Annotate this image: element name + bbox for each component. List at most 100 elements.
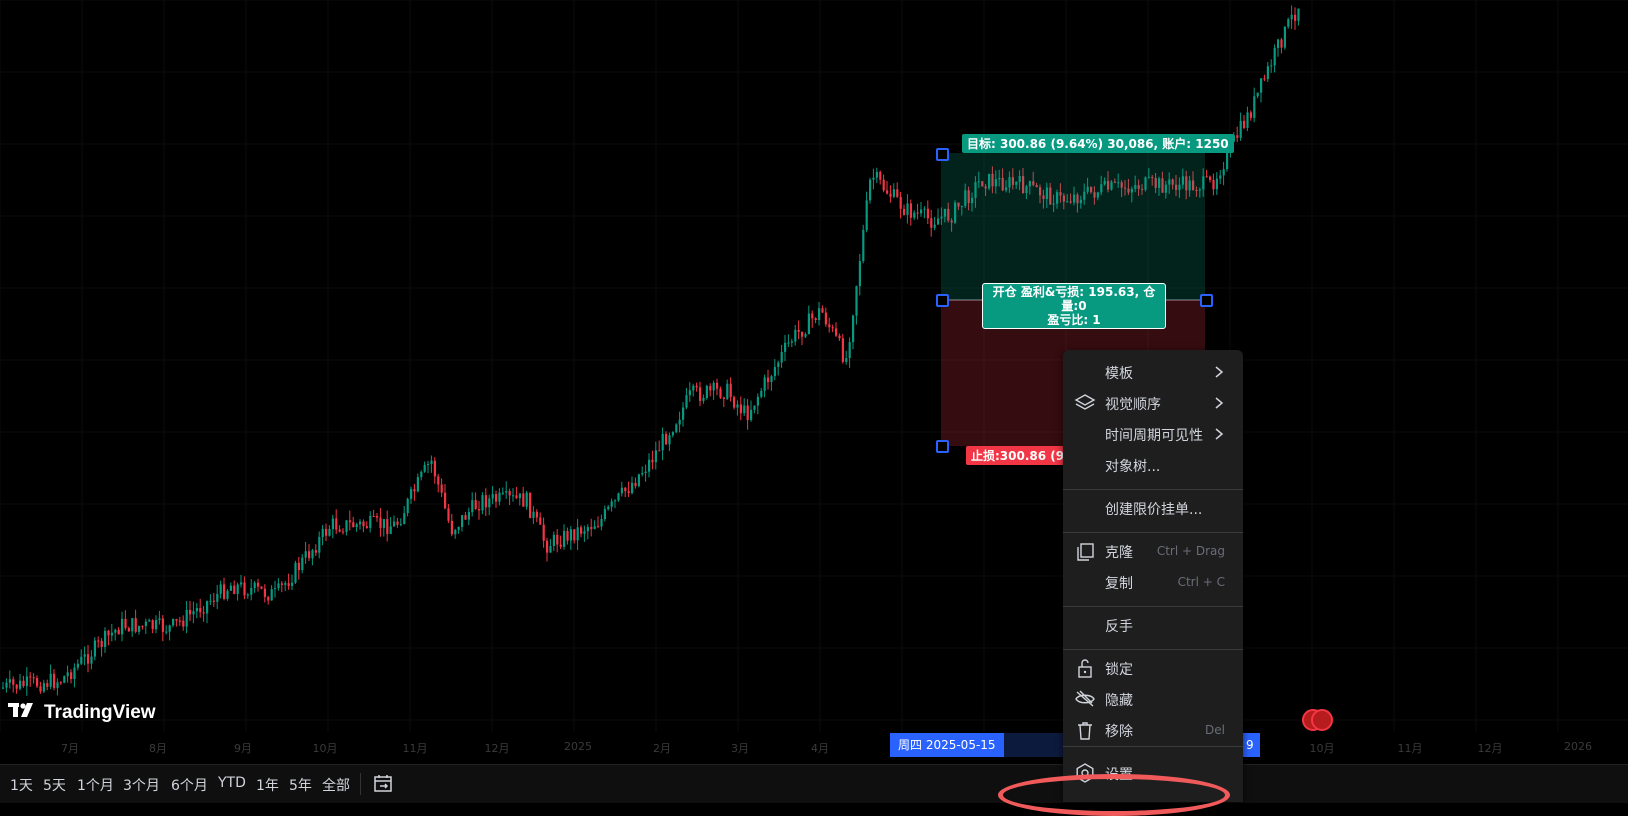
range-button[interactable]: 1个月 bbox=[77, 775, 114, 795]
candle-body bbox=[178, 620, 181, 622]
candle-body bbox=[294, 562, 297, 583]
candle-body bbox=[308, 551, 311, 559]
range-button[interactable]: YTD bbox=[218, 775, 246, 791]
candle-body bbox=[1243, 120, 1246, 128]
price-candles bbox=[0, 0, 1628, 732]
candle-body bbox=[267, 596, 270, 601]
menu-item-clone[interactable]: 克隆 Ctrl + Drag bbox=[1063, 536, 1243, 566]
tradingview-watermark[interactable]: TradingView bbox=[8, 701, 156, 724]
candle-body bbox=[597, 526, 600, 528]
candle-body bbox=[549, 545, 552, 553]
candle-body bbox=[359, 521, 362, 525]
candle-body bbox=[90, 656, 93, 664]
range-button[interactable]: 1年 bbox=[256, 775, 279, 795]
candle-body bbox=[1212, 179, 1215, 190]
candle-body bbox=[202, 612, 205, 614]
position-handle-bottom-left[interactable] bbox=[936, 440, 949, 453]
candle-body bbox=[212, 600, 215, 602]
candle-body bbox=[729, 383, 732, 398]
candle-body bbox=[546, 540, 549, 553]
candle-body bbox=[32, 677, 35, 679]
toolbar-divider bbox=[360, 773, 361, 795]
candle-body bbox=[291, 582, 294, 586]
range-button[interactable]: 1天 bbox=[10, 775, 33, 795]
menu-item-shortcut: Ctrl + Drag bbox=[1156, 544, 1225, 558]
candle-body bbox=[845, 358, 848, 362]
candle-body bbox=[899, 196, 902, 209]
menu-item-create-limit-order[interactable]: 创建限价挂单... bbox=[1063, 493, 1243, 523]
candle-body bbox=[335, 518, 338, 530]
candle-body bbox=[1205, 176, 1208, 178]
range-button[interactable]: 6个月 bbox=[171, 775, 208, 795]
position-handle-entry-left[interactable] bbox=[936, 294, 949, 307]
time-axis-tick: 2025 bbox=[564, 740, 592, 753]
candle-body bbox=[573, 529, 576, 541]
time-axis-tick: 9月 bbox=[234, 742, 252, 755]
target-profit-zone[interactable] bbox=[941, 153, 1205, 300]
range-button[interactable]: 5天 bbox=[43, 775, 66, 795]
calendar-goto-icon[interactable] bbox=[373, 773, 395, 795]
time-axis-tick: 8月 bbox=[149, 742, 167, 755]
candle-body bbox=[804, 334, 807, 337]
time-axis-tick: 12月 bbox=[1477, 742, 1503, 755]
candle-body bbox=[872, 177, 875, 180]
candle-body bbox=[107, 630, 110, 636]
context-menu: 模板视觉顺序时间周期可见性对象树... 创建限价挂单... 克隆 Ctrl + Dra… bbox=[1063, 350, 1243, 802]
menu-item-hide[interactable]: 隐藏 bbox=[1063, 684, 1243, 714]
candle-body bbox=[535, 511, 538, 518]
candle-body bbox=[393, 521, 396, 527]
candle-body bbox=[22, 680, 25, 687]
candle-body bbox=[501, 492, 504, 494]
candle-body bbox=[913, 212, 916, 218]
candle-body bbox=[773, 367, 776, 377]
menu-item-object-tree[interactable]: 对象树... bbox=[1063, 450, 1243, 480]
time-axis-tick: 3月 bbox=[731, 742, 749, 755]
candle-body bbox=[743, 405, 746, 414]
candle-body bbox=[379, 517, 382, 529]
eye-off-icon bbox=[1073, 687, 1097, 711]
candle-body bbox=[532, 511, 535, 518]
candle-body bbox=[5, 682, 8, 688]
menu-item-visual-order[interactable]: 视觉顺序 bbox=[1063, 388, 1243, 418]
range-button[interactable]: 5年 bbox=[289, 775, 312, 795]
candle-body bbox=[117, 629, 120, 635]
candle-body bbox=[495, 494, 498, 502]
candle-body bbox=[739, 404, 742, 414]
candle-body bbox=[372, 516, 375, 518]
position-handle-top-left[interactable] bbox=[936, 148, 949, 161]
candle-body bbox=[583, 531, 586, 534]
candle-body bbox=[155, 620, 158, 630]
candle-body bbox=[423, 464, 426, 472]
menu-item-lock[interactable]: 锁定 bbox=[1063, 653, 1243, 683]
us-flag-icon[interactable] bbox=[1311, 709, 1333, 731]
range-button[interactable]: 全部 bbox=[322, 775, 350, 795]
candle-body bbox=[831, 327, 834, 329]
chart-area[interactable]: 目标: 300.86 (9.64%) 30,086, 账户: 1250 开仓 盈… bbox=[0, 0, 1628, 758]
candle-body bbox=[56, 682, 59, 688]
position-handle-entry-right[interactable] bbox=[1200, 294, 1213, 307]
range-button[interactable]: 3个月 bbox=[123, 775, 160, 795]
time-axis-tick: 11月 bbox=[1397, 742, 1423, 755]
time-axis-tick: 12月 bbox=[484, 742, 510, 755]
menu-item-label: 时间周期可见性 bbox=[1105, 428, 1203, 444]
candle-body bbox=[338, 529, 341, 532]
candle-body bbox=[515, 495, 518, 499]
candle-body bbox=[603, 509, 606, 519]
time-axis[interactable]: 7月 8月 9月 10月 11月 12月 2025 2月 3月 4月 10月 11月 12月 2026 bbox=[0, 732, 1628, 758]
candle-body bbox=[576, 527, 579, 541]
candle-body bbox=[807, 313, 810, 335]
candle-body bbox=[328, 529, 331, 536]
menu-item-remove[interactable]: 移除 Del bbox=[1063, 715, 1243, 745]
candle-body bbox=[933, 224, 936, 228]
menu-item-template[interactable]: 模板 bbox=[1063, 357, 1243, 387]
candle-body bbox=[886, 190, 889, 194]
menu-item-timeframe-visibility[interactable]: 时间周期可见性 bbox=[1063, 419, 1243, 449]
candle-body bbox=[661, 433, 664, 451]
candle-body bbox=[746, 405, 749, 421]
menu-item-label: 视觉顺序 bbox=[1105, 397, 1161, 413]
watermark-text: TradingView bbox=[44, 701, 156, 723]
candle-body bbox=[433, 460, 436, 477]
menu-item-copy[interactable]: 复制 Ctrl + C bbox=[1063, 567, 1243, 597]
candle-body bbox=[270, 589, 273, 601]
menu-item-reverse[interactable]: 反手 bbox=[1063, 610, 1243, 640]
